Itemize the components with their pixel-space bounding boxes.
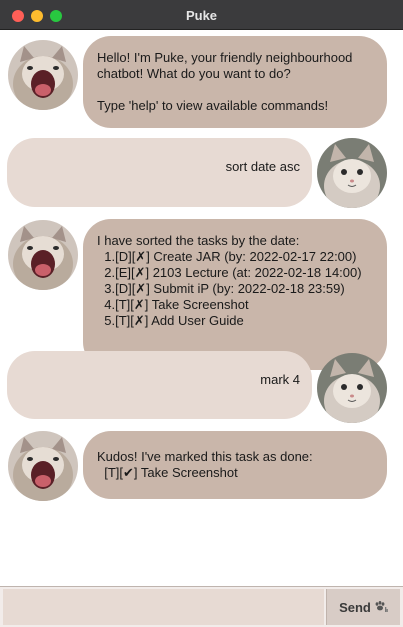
cat-icon [317,353,387,423]
title-bar: Puke [0,0,403,30]
user-message-bubble: sort date asc [7,138,312,207]
bot-avatar [8,40,78,110]
user-avatar [317,353,387,423]
user-avatar [317,138,387,208]
chat-area[interactable]: Hello! I'm Puke, your friendly neighbour… [0,31,403,586]
user-message-bubble: mark 4 [7,351,312,419]
message-input[interactable] [3,589,324,625]
cat-mouth-open-icon [8,220,78,290]
input-bar: Send [0,586,403,627]
bot-message-bubble: Kudos! I've marked this task as done: [T… [83,431,387,499]
cat-mouth-open-icon [8,40,78,110]
bot-message-bubble: Hello! I'm Puke, your friendly neighbour… [83,36,387,128]
cat-mouth-open-icon [8,431,78,501]
bot-avatar [8,431,78,501]
app-window: Puke Hello! I'm Puke, your friendly neig… [0,0,403,627]
send-button[interactable]: Send [326,589,400,625]
paw-icon [375,601,388,612]
window-title: Puke [185,8,218,23]
send-button-label: Send [339,599,371,615]
bot-message-bubble: I have sorted the tasks by the date: 1.[… [83,219,387,370]
cat-icon [317,138,387,208]
bot-avatar [8,220,78,290]
